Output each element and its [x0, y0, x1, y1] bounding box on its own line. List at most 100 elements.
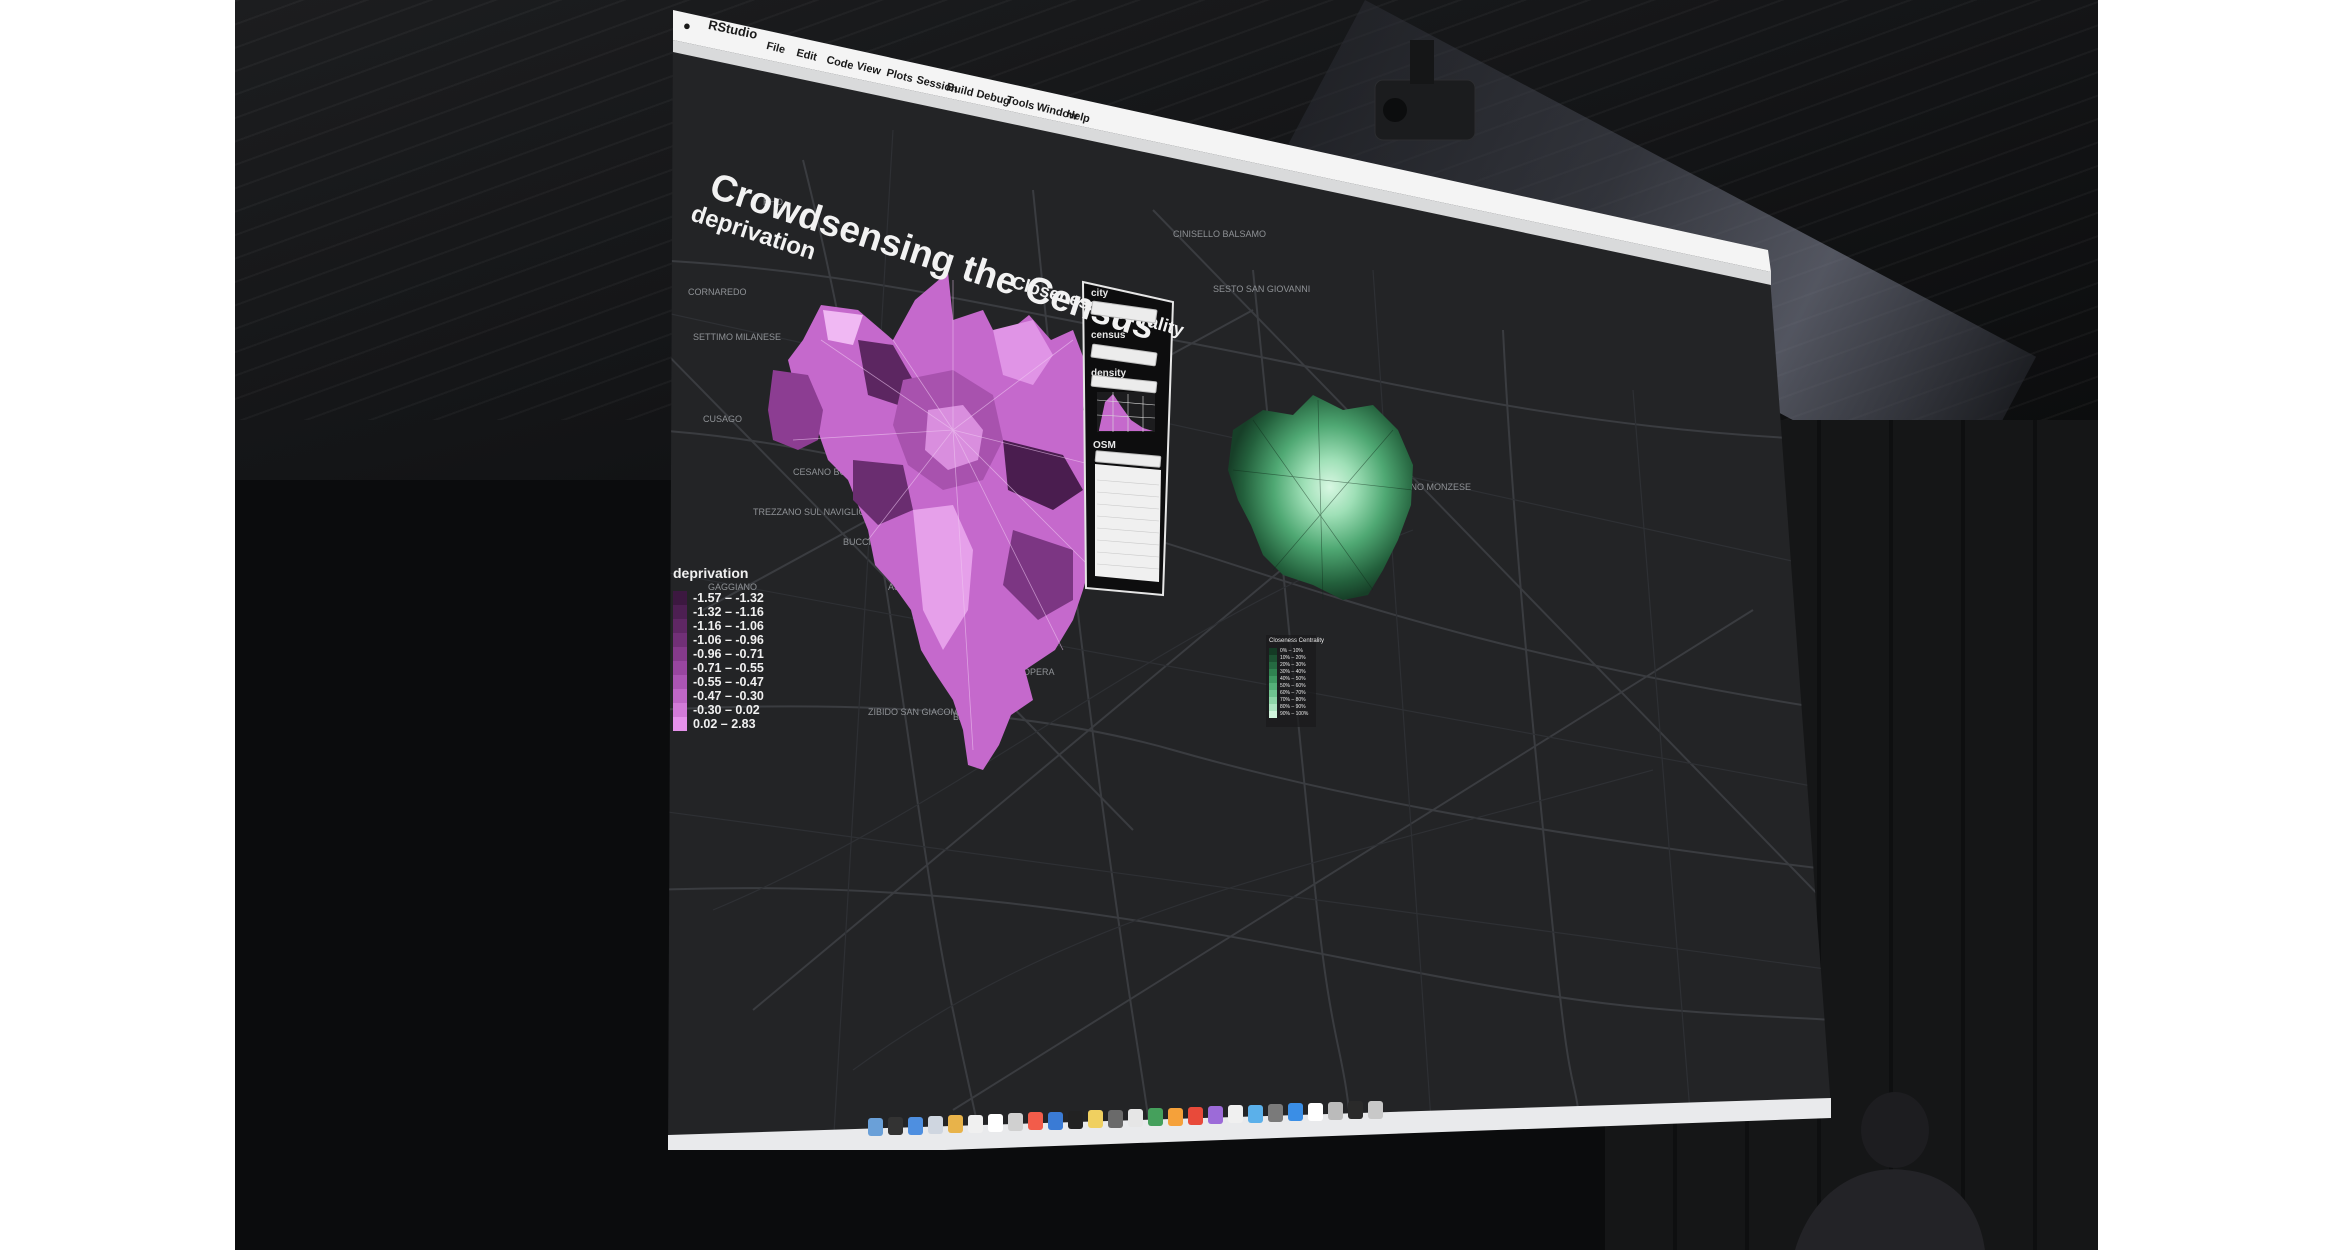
menu-app-name[interactable]: RStudio	[707, 17, 759, 42]
map-label: ZIBIDO SAN GIACOMO	[868, 707, 965, 717]
legend-right-entry: 0% – 10%	[1269, 648, 1309, 655]
legend-right-label: 40% – 50%	[1280, 676, 1306, 682]
legend-right-entry: 30% – 40%	[1269, 669, 1309, 676]
legend-entry: 0.02 – 2.83	[673, 717, 768, 731]
dock-app-icon[interactable]	[1168, 1107, 1183, 1126]
legend-right-swatch	[1269, 669, 1277, 676]
legend-title: deprivation	[673, 565, 749, 581]
legend-right-entry: 70% – 80%	[1269, 697, 1309, 704]
legend-swatch	[673, 661, 687, 675]
legend-label: -1.16 – -1.06	[693, 619, 764, 633]
dock-app-icon[interactable]	[1368, 1100, 1383, 1119]
legend-entry: -0.30 – 0.02	[673, 703, 768, 717]
legend-entry: -1.57 – -1.32	[673, 591, 768, 605]
legend-entry: -0.55 – -0.47	[673, 675, 768, 689]
dock-app-icon[interactable]	[868, 1118, 883, 1136]
legend-label: -0.55 – -0.47	[693, 675, 764, 689]
dock-app-icon[interactable]	[968, 1114, 983, 1133]
dock-app-icon[interactable]	[928, 1115, 943, 1134]
legend-entry: -0.96 – -0.71	[673, 647, 768, 661]
census-label: census	[1091, 330, 1126, 341]
projected-screen: RHO CINISELLO BALSAMO SESTO SAN GIOVANNI CO…	[653, 10, 1833, 1150]
legend-entry: -0.47 – -0.30	[673, 689, 768, 703]
dock-app-icon[interactable]	[1148, 1108, 1163, 1127]
density-plot	[1096, 392, 1156, 432]
legend-right-entry: 40% – 50%	[1269, 676, 1309, 683]
legend-right-label: 80% – 90%	[1280, 704, 1306, 710]
legend-right-label: 10% – 20%	[1280, 655, 1306, 661]
map-label: OPERA	[1023, 667, 1055, 677]
legend-right-entry: 60% – 70%	[1269, 690, 1309, 697]
legend-right-label: 70% – 80%	[1280, 697, 1306, 703]
dock-app-icon[interactable]	[1208, 1106, 1223, 1125]
legend-right-swatch	[1269, 697, 1277, 704]
legend-swatch	[673, 703, 687, 717]
legend-right-label: 20% – 30%	[1280, 662, 1306, 668]
screen-canvas: RHOCINISELLO BALSAMOSESTO SAN GIOVANNICO…	[668, 10, 1831, 1150]
legend-label: -0.30 – 0.02	[693, 703, 760, 717]
legend-swatch	[673, 717, 687, 731]
map-label: CINISELLO BALSAMO	[1173, 229, 1266, 239]
dock-app-icon[interactable]	[908, 1116, 923, 1135]
legend-entry: -0.71 – -0.55	[673, 661, 768, 675]
legend-swatch	[673, 591, 687, 605]
legend-right-entry: 80% – 90%	[1269, 704, 1309, 711]
legend-entry: -1.06 – -0.96	[673, 633, 768, 647]
legend-right-entry: 10% – 20%	[1269, 655, 1309, 662]
legend-swatch	[673, 689, 687, 703]
legend-label: -1.32 – -1.16	[693, 605, 764, 619]
map-label: SETTIMO MILANESE	[693, 332, 781, 342]
legend-right-swatch	[1269, 655, 1277, 662]
dock-app-icon[interactable]	[888, 1117, 903, 1136]
legend-swatch	[673, 647, 687, 661]
lecture-room: RHO CINISELLO BALSAMO SESTO SAN GIOVANNI CO…	[235, 0, 2098, 1250]
legend-label: 0.02 – 2.83	[693, 717, 756, 731]
legend-right-label: 30% – 40%	[1280, 669, 1306, 675]
legend-right-swatch	[1269, 683, 1277, 690]
dock-app-icon[interactable]	[1008, 1113, 1023, 1132]
dock-app-icon[interactable]	[1288, 1103, 1303, 1122]
legend-right-entry: 90% – 100%	[1269, 711, 1309, 718]
legend-swatch	[673, 619, 687, 633]
osm-dropdown-list[interactable]	[1095, 464, 1161, 582]
map-label: CUSAGO	[703, 414, 742, 424]
dock-app-icon[interactable]	[988, 1113, 1003, 1132]
legend-right-entry: 20% – 30%	[1269, 662, 1309, 669]
legend-label: -0.96 – -0.71	[693, 647, 764, 661]
legend-right-swatch	[1269, 648, 1277, 655]
legend-right-entry: 50% – 60%	[1269, 683, 1309, 690]
dock-app-icon[interactable]	[1188, 1106, 1203, 1125]
legend-label: -0.71 – -0.55	[693, 661, 764, 675]
apple-menu-icon[interactable]: ●	[683, 18, 691, 33]
legend-swatch	[673, 633, 687, 647]
dock-app-icon[interactable]	[1128, 1108, 1143, 1127]
dock-app-icon[interactable]	[1228, 1105, 1243, 1124]
dock-app-icon[interactable]	[1348, 1101, 1363, 1120]
dock-app-icon[interactable]	[1328, 1101, 1343, 1120]
legend-right-swatch	[1269, 676, 1277, 683]
map-background	[668, 10, 1831, 1150]
dock-app-icon[interactable]	[1308, 1102, 1323, 1121]
dock-app-icon[interactable]	[948, 1115, 963, 1134]
map-label: SESTO SAN GIOVANNI	[1213, 284, 1310, 294]
dock-app-icon[interactable]	[1068, 1111, 1083, 1129]
legend-label: -0.47 – -0.30	[693, 689, 764, 703]
legend-label: -1.06 – -0.96	[693, 633, 764, 647]
dock-app-icon[interactable]	[1248, 1104, 1263, 1123]
legend-right-label: 60% – 70%	[1280, 690, 1306, 696]
legend-right-swatch	[1269, 704, 1277, 711]
legend-swatch	[673, 675, 687, 689]
map-label: CORNAREDO	[688, 287, 747, 297]
legend-right-label: 90% – 100%	[1280, 711, 1309, 717]
legend-entry: -1.32 – -1.16	[673, 605, 768, 619]
dock-app-icon[interactable]	[1268, 1104, 1283, 1122]
legend-right-label: 0% – 10%	[1280, 648, 1303, 654]
dock-app-icon[interactable]	[1028, 1112, 1043, 1131]
legend-right-title: Closeness Centrality	[1269, 638, 1325, 644]
legend-right-label: 50% – 60%	[1280, 683, 1306, 689]
dock-app-icon[interactable]	[1048, 1111, 1063, 1130]
dock-app-icon[interactable]	[1108, 1109, 1123, 1128]
map-label: TREZZANO SUL NAVIGLIO	[753, 507, 866, 517]
legend-entry: -1.16 – -1.06	[673, 619, 768, 633]
dock-app-icon[interactable]	[1088, 1110, 1103, 1129]
